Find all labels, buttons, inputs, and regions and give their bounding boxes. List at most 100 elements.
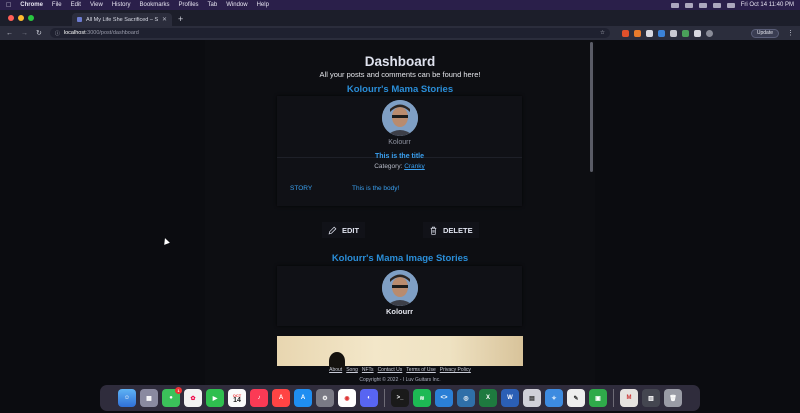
word-icon[interactable]: W	[501, 389, 519, 407]
extension-icon[interactable]	[669, 29, 677, 37]
menubar-clock[interactable]: Fri Oct 14 11:40 PM	[741, 2, 794, 8]
footer-link-contact[interactable]: Contact Us	[378, 367, 403, 373]
chrome-update-button[interactable]: Update	[750, 28, 779, 38]
page-scrollbar[interactable]	[590, 42, 593, 172]
apple-icon[interactable]: 	[6, 2, 11, 9]
search-icon[interactable]	[712, 2, 721, 8]
menu-edit[interactable]: Edit	[71, 2, 81, 8]
tab-title: All My Life She Sacrificed – Sh	[86, 16, 158, 23]
footer-link-terms[interactable]: Terms of Use	[406, 367, 435, 373]
author-name[interactable]: Kolourr	[277, 139, 522, 146]
puzzle-icon[interactable]	[693, 29, 701, 37]
status-icon[interactable]	[684, 2, 693, 8]
bookmark-star-icon[interactable]: ☆	[600, 30, 605, 36]
app-icon[interactable]: ▣	[589, 389, 607, 407]
dock-separator	[384, 389, 385, 407]
zoom-window-button[interactable]	[28, 15, 34, 21]
pencil-icon	[328, 226, 337, 234]
calendar-day: 14	[233, 397, 241, 404]
spotify-icon[interactable]: ≋	[413, 389, 431, 407]
extension-icon[interactable]	[621, 29, 629, 37]
finder-icon[interactable]: ☺	[118, 389, 136, 407]
delete-label: DELETE	[443, 225, 473, 235]
footer-link-song[interactable]: Song	[346, 367, 358, 373]
messages-icon[interactable]: ● 1	[162, 387, 182, 407]
facetime-icon[interactable]: ▶	[206, 389, 224, 407]
menu-bookmarks[interactable]: Bookmarks	[140, 2, 170, 8]
menubar-status-area: Fri Oct 14 11:40 PM	[670, 2, 794, 8]
story-image[interactable]	[277, 336, 523, 370]
story-label: STORY	[290, 185, 313, 192]
safari-icon[interactable]: ✧	[545, 389, 563, 407]
new-tab-icon[interactable]: +	[178, 14, 183, 24]
trash-icon[interactable]: 🗑	[664, 389, 682, 407]
author-avatar[interactable]	[382, 270, 418, 306]
downloads-icon[interactable]: ▥	[642, 389, 660, 407]
section-heading-image-stories[interactable]: Kolourr's Mama Image Stories	[205, 253, 595, 264]
copyright: Copyright © 2022 - I Luv Guitars Inc.	[359, 377, 441, 383]
vscode-icon[interactable]: <>	[435, 389, 453, 407]
close-tab-icon[interactable]: ✕	[162, 16, 167, 23]
gmail-window-icon[interactable]: M	[620, 389, 638, 407]
chrome-icon[interactable]: ◉	[338, 389, 356, 407]
browser-tab-active[interactable]: All My Life She Sacrificed – Sh ✕	[72, 13, 172, 26]
discord-icon[interactable]: ◐	[360, 389, 378, 407]
excel-icon[interactable]: X	[479, 389, 497, 407]
close-window-button[interactable]	[8, 15, 14, 21]
edit-label: EDIT	[342, 225, 360, 235]
preview-icon[interactable]: ▤	[523, 389, 541, 407]
calendar-icon[interactable]: OCT 14	[228, 389, 246, 407]
browser-icon[interactable]: ◎	[457, 389, 475, 407]
page-footer: About Song NFTs Contact Us Terms of Use …	[0, 367, 800, 383]
site-info-icon[interactable]: ⓘ	[55, 30, 60, 37]
app-store-icon[interactable]: A	[294, 389, 312, 407]
extension-icon[interactable]	[633, 29, 641, 37]
extension-icon[interactable]	[645, 29, 653, 37]
edit-button[interactable]: EDIT	[322, 222, 366, 238]
profile-avatar[interactable]	[705, 29, 713, 37]
minimize-window-button[interactable]	[18, 15, 24, 21]
section-heading-stories[interactable]: Kolourr's Mama Stories	[205, 84, 595, 95]
menu-history[interactable]: History	[112, 2, 131, 8]
mouse-cursor	[162, 237, 170, 245]
menu-file[interactable]: File	[52, 2, 62, 8]
address-bar[interactable]: ⓘ localhost :3000/post/dashboard ☆	[49, 28, 610, 38]
menu-tab[interactable]: Tab	[208, 2, 218, 8]
terminal-icon[interactable]: >_	[391, 389, 409, 407]
status-icon[interactable]	[670, 2, 679, 8]
control-center-icon[interactable]	[726, 2, 735, 8]
back-icon[interactable]: ←	[6, 30, 13, 37]
menu-profiles[interactable]: Profiles	[179, 2, 199, 8]
textedit-icon[interactable]: ✎	[567, 389, 585, 407]
more-menu-icon[interactable]: ⋮	[787, 29, 794, 37]
image-story-card: Kolourr	[277, 266, 522, 326]
extension-icon[interactable]	[657, 29, 665, 37]
category-link[interactable]: Cranky	[404, 163, 425, 170]
url-path: :3000/post/dashboard	[85, 30, 139, 36]
music-icon[interactable]: ♪	[250, 389, 268, 407]
wifi-icon[interactable]	[698, 2, 707, 8]
post-title[interactable]: This is the title	[277, 153, 522, 160]
author-name[interactable]: Kolourr	[277, 307, 522, 316]
app-store-alt-icon[interactable]: A	[272, 389, 290, 407]
author-avatar[interactable]	[382, 100, 418, 136]
forward-icon[interactable]: →	[21, 30, 28, 37]
footer-links: About Song NFTs Contact Us Terms of Use …	[0, 367, 800, 373]
reload-icon[interactable]: ↻	[36, 29, 42, 37]
menu-view[interactable]: View	[90, 2, 103, 8]
menu-help[interactable]: Help	[257, 2, 269, 8]
post-category: Category: Cranky	[277, 163, 522, 170]
launchpad-icon[interactable]: ▦	[140, 389, 158, 407]
footer-link-nfts[interactable]: NFTs	[362, 367, 374, 373]
footer-link-about[interactable]: About	[329, 367, 342, 373]
delete-button[interactable]: DELETE	[423, 222, 479, 238]
extension-icon[interactable]	[681, 29, 689, 37]
photos-icon[interactable]: ✿	[184, 389, 202, 407]
menu-window[interactable]: Window	[226, 2, 247, 8]
system-preferences-icon[interactable]: ⚙	[316, 389, 334, 407]
page-subtitle: All your posts and comments can be found…	[319, 70, 481, 79]
footer-link-privacy[interactable]: Privacy Policy	[440, 367, 471, 373]
trash-icon	[430, 226, 437, 235]
menu-app-name[interactable]: Chrome	[20, 2, 43, 8]
page-viewport: Dashboard All your posts and comments ca…	[0, 40, 800, 388]
